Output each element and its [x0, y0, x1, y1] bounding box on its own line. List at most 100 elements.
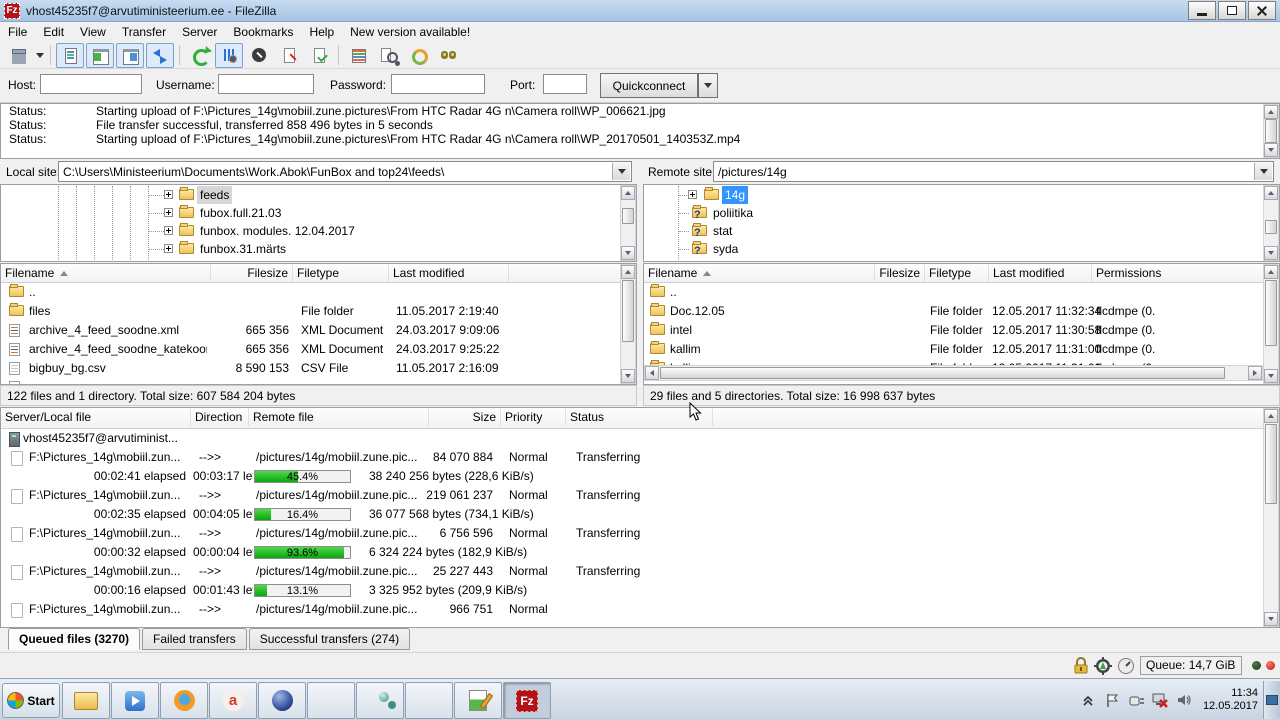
tree-item-feeds[interactable]: feeds	[1, 186, 619, 204]
file-row-kallim[interactable]: kallimFile folder12.05.2017 11:31:00flcd…	[644, 340, 1262, 359]
scroll-down-icon[interactable]	[1264, 369, 1278, 383]
reconnect-button[interactable]	[305, 43, 333, 68]
column-header-filetype[interactable]: Filetype	[925, 264, 989, 282]
queue-progress-row[interactable]: 00:00:16 elapsed00:01:43 left13.1%3 325 …	[1, 581, 1262, 600]
remote-hscroll-thumb[interactable]	[660, 367, 1225, 379]
network-error-icon[interactable]	[1151, 691, 1169, 709]
toggle-local-tree-button[interactable]	[86, 43, 114, 68]
start-button[interactable]: Start	[2, 683, 60, 718]
close-button[interactable]	[1248, 1, 1276, 20]
directory-comparison-button[interactable]	[374, 43, 402, 68]
queue-transfer-row[interactable]: F:\Pictures_14g\mobiil.zun...-->>/pictur…	[1, 448, 1262, 467]
queue-scrollbar[interactable]	[1263, 408, 1279, 627]
menu-view[interactable]: View	[72, 23, 114, 41]
file-row-bigbuy-bg-csv[interactable]: bigbuy_bg.csv8 590 153CSV File11.05.2017…	[1, 359, 619, 378]
local-path-combo[interactable]: C:\Users\Ministeerium\Documents\Work.Abo…	[58, 161, 632, 182]
tree-expander-icon[interactable]	[164, 226, 173, 235]
local-tree-scroll-thumb[interactable]	[622, 208, 634, 224]
column-header-permissions[interactable]: Permissions	[1092, 264, 1266, 282]
scroll-up-icon[interactable]	[1264, 105, 1278, 119]
tree-item-poliitika[interactable]: ?poliitika	[644, 204, 1262, 222]
taskbar-app-candle-app[interactable]	[405, 682, 453, 719]
menu-file[interactable]: File	[0, 23, 35, 41]
local-list-scroll-thumb[interactable]	[622, 280, 634, 342]
tree-item-syda[interactable]: ?syda	[644, 240, 1262, 258]
column-header-direction[interactable]: Direction	[191, 408, 249, 426]
column-header-filename[interactable]: Filename	[1, 264, 211, 282]
local-list-scrollbar[interactable]	[620, 264, 636, 384]
taskbar-app-seamonkey[interactable]	[258, 682, 306, 719]
process-queue-button[interactable]	[215, 43, 243, 68]
port-input[interactable]	[543, 74, 587, 94]
password-input[interactable]	[391, 74, 485, 94]
toggle-queue-button[interactable]	[146, 43, 174, 68]
scroll-up-icon[interactable]	[1264, 409, 1278, 423]
file-row-archive-4-feed-soodne-katekoor[interactable]: archive_4_feed_soodne_katekoor...665 356…	[1, 340, 619, 359]
file-row-intel[interactable]: intelFile folder12.05.2017 11:30:58flcdm…	[644, 321, 1262, 340]
show-desktop-button[interactable]	[1263, 681, 1280, 719]
file-row-[interactable]: ..	[644, 283, 1262, 302]
column-header-filesize[interactable]: Filesize	[875, 264, 925, 282]
tree-expander-icon[interactable]	[164, 208, 173, 217]
cancel-button[interactable]	[245, 43, 273, 68]
remote-file-list[interactable]: FilenameFilesizeFiletypeLast modifiedPer…	[643, 263, 1280, 385]
queue-progress-row[interactable]: 00:02:41 elapsed00:03:17 left45.4%38 240…	[1, 467, 1262, 486]
chevron-down-icon[interactable]	[612, 163, 630, 180]
tab-queued-files-3270[interactable]: Queued files (3270)	[8, 628, 140, 650]
menu-new-version-available[interactable]: New version available!	[342, 23, 478, 41]
tree-expander-icon[interactable]	[164, 244, 173, 253]
column-header-filetype[interactable]: Filetype	[293, 264, 389, 282]
host-input[interactable]	[40, 74, 142, 94]
queue-transfer-row[interactable]: F:\Pictures_14g\mobiil.zun...-->>/pictur…	[1, 524, 1262, 543]
chevron-up-icon[interactable]	[1079, 691, 1097, 709]
quickconnect-dropdown-button[interactable]	[698, 73, 718, 98]
local-tree[interactable]: feedsfubox.full.21.03funbox. modules. 12…	[0, 184, 637, 262]
column-header-last-modified[interactable]: Last modified	[389, 264, 509, 282]
find-button[interactable]	[434, 43, 462, 68]
scroll-up-icon[interactable]	[621, 186, 635, 200]
tree-item-stat[interactable]: ?stat	[644, 222, 1262, 240]
chevron-down-icon[interactable]	[1254, 163, 1272, 180]
column-header-filename[interactable]: Filename	[644, 264, 875, 282]
taskbar-app-green-orbs[interactable]	[356, 682, 404, 719]
scroll-down-icon[interactable]	[621, 246, 635, 260]
taskbar-app-explorer[interactable]	[62, 682, 110, 719]
tree-expander-icon[interactable]	[688, 190, 697, 199]
remote-tree[interactable]: 14g?poliitika?stat?syda	[643, 184, 1280, 262]
queue-transfer-row[interactable]: F:\Pictures_14g\mobiil.zun...-->>/pictur…	[1, 486, 1262, 505]
tree-item-14g[interactable]: 14g	[644, 186, 1262, 204]
action-center-flag-icon[interactable]	[1103, 691, 1121, 709]
quickconnect-button[interactable]: Quickconnect	[600, 73, 698, 98]
site-manager-dropdown[interactable]	[33, 44, 46, 67]
file-row-archive-4-feed-soodne-xml[interactable]: archive_4_feed_soodne.xml665 356XML Docu…	[1, 321, 619, 340]
column-header-remote-file[interactable]: Remote file	[249, 408, 429, 426]
queue-progress-row[interactable]: 00:00:32 elapsed00:00:04 left93.6%6 324 …	[1, 543, 1262, 562]
scroll-up-icon[interactable]	[1264, 186, 1278, 200]
tab-successful-transfers-274[interactable]: Successful transfers (274)	[249, 628, 410, 650]
filter-button[interactable]	[344, 43, 372, 68]
toggle-log-button[interactable]	[56, 43, 84, 68]
column-header-filesize[interactable]: Filesize	[211, 264, 293, 282]
menu-transfer[interactable]: Transfer	[114, 23, 174, 41]
taskbar-clock[interactable]: 11:34 12.05.2017	[1199, 687, 1262, 713]
refresh-button[interactable]	[185, 43, 213, 68]
scroll-up-icon[interactable]	[621, 265, 635, 279]
remote-tree-scrollbar[interactable]	[1263, 185, 1279, 261]
scroll-down-icon[interactable]	[1264, 246, 1278, 260]
scroll-up-icon[interactable]	[1264, 265, 1278, 279]
menu-help[interactable]: Help	[301, 23, 342, 41]
taskbar-app-filezilla[interactable]: Fz	[503, 682, 551, 719]
local-file-list[interactable]: FilenameFilesizeFiletypeLast modified ..…	[0, 263, 637, 385]
restore-button[interactable]	[1218, 1, 1246, 20]
log-scroll-thumb[interactable]	[1265, 119, 1277, 143]
remote-list-scroll-thumb[interactable]	[1265, 280, 1277, 346]
remote-tree-scroll-thumb[interactable]	[1265, 220, 1277, 234]
speaker-icon[interactable]	[1175, 691, 1193, 709]
remote-path-combo[interactable]: /pictures/14g	[713, 161, 1274, 182]
queue-scroll-thumb[interactable]	[1265, 424, 1277, 504]
column-header-last-modified[interactable]: Last modified	[989, 264, 1092, 282]
local-tree-scrollbar[interactable]	[620, 185, 636, 261]
tree-item-fubox-full-21-03[interactable]: fubox.full.21.03	[1, 204, 619, 222]
taskbar-app-firefox-2[interactable]	[307, 682, 355, 719]
menu-server[interactable]: Server	[174, 23, 225, 41]
